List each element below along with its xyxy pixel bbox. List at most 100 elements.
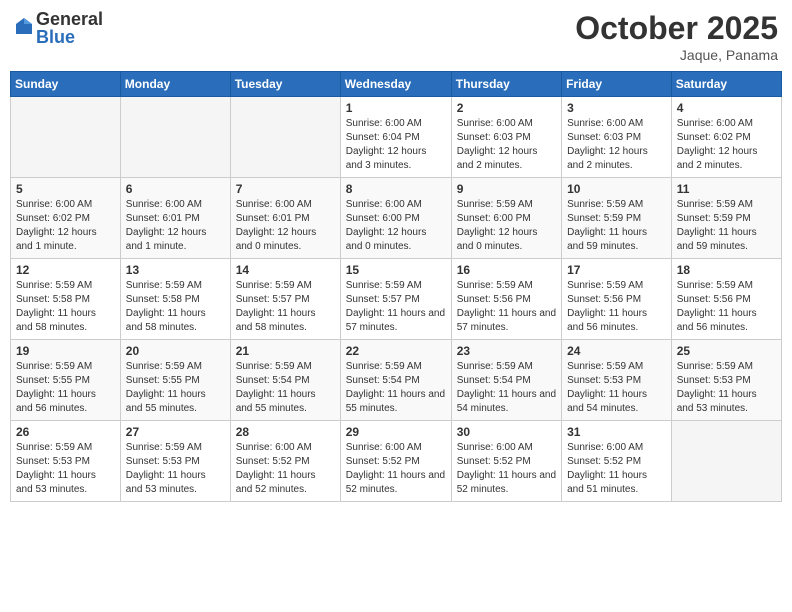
calendar-day-cell: 28 Sunrise: 6:00 AM Sunset: 5:52 PM Dayli… (230, 421, 340, 502)
day-info: Sunrise: 5:59 AM Sunset: 5:53 PM Dayligh… (677, 360, 776, 416)
day-number: 28 (236, 425, 335, 439)
day-info: Sunrise: 6:00 AM Sunset: 6:02 PM Dayligh… (16, 198, 115, 254)
month-title: October 2025 (575, 10, 778, 47)
day-number: 13 (126, 263, 225, 277)
calendar-day-cell: 17Sunrise: 5:59 AM Sunset: 5:56 PM Dayli… (562, 259, 672, 340)
calendar-week-row: 19 Sunrise: 5:59 AM Sunset: 5:55 PM Dayli… (11, 340, 782, 421)
day-number: 4 (677, 101, 776, 115)
calendar-day-cell: 4 Sunrise: 6:00 AM Sunset: 6:02 PM Daylig… (671, 97, 781, 178)
day-info: Sunrise: 6:00 AM Sunset: 5:52 PM Dayligh… (457, 441, 556, 497)
calendar-day-cell: 18 Sunrise: 5:59 AM Sunset: 5:56 PM Dayli… (671, 259, 781, 340)
day-number: 2 (457, 101, 556, 115)
day-info: Sunrise: 5:59 AM Sunset: 5:59 PM Dayligh… (677, 198, 776, 254)
day-number: 23 (457, 344, 556, 358)
calendar-day-cell: 25 Sunrise: 5:59 AM Sunset: 5:53 PM Dayli… (671, 340, 781, 421)
day-info: Sunrise: 5:59 AM Sunset: 5:56 PM Dayligh… (457, 279, 556, 335)
day-number: 21 (236, 344, 335, 358)
day-number: 7 (236, 182, 335, 196)
day-info: Sunrise: 6:00 AM Sunset: 5:52 PM Dayligh… (567, 441, 666, 497)
calendar-day-cell: 10Sunrise: 5:59 AM Sunset: 5:59 PM Dayli… (562, 178, 672, 259)
day-info: Sunrise: 5:59 AM Sunset: 5:55 PM Dayligh… (16, 360, 115, 416)
day-info: Sunrise: 6:00 AM Sunset: 6:04 PM Dayligh… (346, 117, 446, 173)
calendar-day-cell: 26Sunrise: 5:59 AM Sunset: 5:53 PM Dayli… (11, 421, 121, 502)
logo: General Blue (14, 10, 103, 46)
day-number: 20 (126, 344, 225, 358)
calendar-day-cell: 12 Sunrise: 5:59 AM Sunset: 5:58 PM Dayli… (11, 259, 121, 340)
day-number: 9 (457, 182, 556, 196)
day-info: Sunrise: 5:59 AM Sunset: 5:57 PM Dayligh… (346, 279, 446, 335)
day-info: Sunrise: 6:00 AM Sunset: 6:01 PM Dayligh… (126, 198, 225, 254)
calendar-day-cell (671, 421, 781, 502)
day-number: 18 (677, 263, 776, 277)
page-header: General Blue October 2025 Jaque, Panama (10, 10, 782, 63)
day-info: Sunrise: 6:00 AM Sunset: 6:03 PM Dayligh… (567, 117, 666, 173)
calendar-week-row: 26 Sunrise: 5:59 AM Sunset: 5:53 PM Dayli… (11, 421, 782, 502)
calendar-day-cell: 3 Sunrise: 6:00 AM Sunset: 6:03 PM Daylig… (562, 97, 672, 178)
day-info: Sunrise: 5:59 AM Sunset: 5:56 PM Dayligh… (677, 279, 776, 335)
calendar-week-row: 5 Sunrise: 6:00 AM Sunset: 6:02 PM Daylig… (11, 178, 782, 259)
day-header-friday: Friday (562, 72, 672, 97)
calendar-week-row: 12 Sunrise: 5:59 AM Sunset: 5:58 PM Dayli… (11, 259, 782, 340)
day-info: Sunrise: 5:59 AM Sunset: 5:54 PM Dayligh… (346, 360, 446, 416)
day-number: 19 (16, 344, 115, 358)
location-text: Jaque, Panama (575, 47, 778, 63)
day-info: Sunrise: 6:00 AM Sunset: 5:52 PM Dayligh… (346, 441, 446, 497)
day-info: Sunrise: 5:59 AM Sunset: 5:53 PM Dayligh… (567, 360, 666, 416)
calendar-day-cell: 19 Sunrise: 5:59 AM Sunset: 5:55 PM Dayli… (11, 340, 121, 421)
day-info: Sunrise: 6:00 AM Sunset: 6:01 PM Dayligh… (236, 198, 335, 254)
logo-icon (14, 16, 34, 36)
calendar-day-cell: 31Sunrise: 6:00 AM Sunset: 5:52 PM Dayli… (562, 421, 672, 502)
logo-blue-text: Blue (36, 28, 103, 46)
day-header-wednesday: Wednesday (340, 72, 451, 97)
day-info: Sunrise: 5:59 AM Sunset: 5:59 PM Dayligh… (567, 198, 666, 254)
day-number: 5 (16, 182, 115, 196)
day-number: 26 (16, 425, 115, 439)
day-number: 15 (346, 263, 446, 277)
calendar-day-cell: 5 Sunrise: 6:00 AM Sunset: 6:02 PM Daylig… (11, 178, 121, 259)
logo-general-text: General (36, 10, 103, 28)
calendar-day-cell: 29Sunrise: 6:00 AM Sunset: 5:52 PM Dayli… (340, 421, 451, 502)
calendar-day-cell: 23Sunrise: 5:59 AM Sunset: 5:54 PM Dayli… (451, 340, 561, 421)
calendar-week-row: 1Sunrise: 6:00 AM Sunset: 6:04 PM Daylig… (11, 97, 782, 178)
day-info: Sunrise: 6:00 AM Sunset: 6:00 PM Dayligh… (346, 198, 446, 254)
calendar-day-cell: 11Sunrise: 5:59 AM Sunset: 5:59 PM Dayli… (671, 178, 781, 259)
calendar-day-cell: 22 Sunrise: 5:59 AM Sunset: 5:54 PM Dayli… (340, 340, 451, 421)
day-header-sunday: Sunday (11, 72, 121, 97)
calendar-day-cell: 16Sunrise: 5:59 AM Sunset: 5:56 PM Dayli… (451, 259, 561, 340)
calendar-day-cell: 13 Sunrise: 5:59 AM Sunset: 5:58 PM Dayli… (120, 259, 230, 340)
calendar-day-cell: 24 Sunrise: 5:59 AM Sunset: 5:53 PM Dayli… (562, 340, 672, 421)
day-info: Sunrise: 5:59 AM Sunset: 5:58 PM Dayligh… (126, 279, 225, 335)
day-header-thursday: Thursday (451, 72, 561, 97)
calendar-day-cell (230, 97, 340, 178)
day-number: 24 (567, 344, 666, 358)
day-number: 25 (677, 344, 776, 358)
calendar-day-cell (11, 97, 121, 178)
calendar-table: SundayMondayTuesdayWednesdayThursdayFrid… (10, 71, 782, 502)
day-number: 22 (346, 344, 446, 358)
day-info: Sunrise: 5:59 AM Sunset: 5:57 PM Dayligh… (236, 279, 335, 335)
day-number: 8 (346, 182, 446, 196)
calendar-day-cell (120, 97, 230, 178)
day-info: Sunrise: 5:59 AM Sunset: 5:55 PM Dayligh… (126, 360, 225, 416)
day-info: Sunrise: 5:59 AM Sunset: 5:58 PM Dayligh… (16, 279, 115, 335)
calendar-day-cell: 20 Sunrise: 5:59 AM Sunset: 5:55 PM Dayli… (120, 340, 230, 421)
day-info: Sunrise: 5:59 AM Sunset: 5:54 PM Dayligh… (236, 360, 335, 416)
calendar-day-cell: 2 Sunrise: 6:00 AM Sunset: 6:03 PM Daylig… (451, 97, 561, 178)
calendar-day-cell: 15 Sunrise: 5:59 AM Sunset: 5:57 PM Dayli… (340, 259, 451, 340)
day-info: Sunrise: 6:00 AM Sunset: 6:03 PM Dayligh… (457, 117, 556, 173)
calendar-day-cell: 27 Sunrise: 5:59 AM Sunset: 5:53 PM Dayli… (120, 421, 230, 502)
day-number: 14 (236, 263, 335, 277)
day-number: 12 (16, 263, 115, 277)
calendar-day-cell: 21 Sunrise: 5:59 AM Sunset: 5:54 PM Dayli… (230, 340, 340, 421)
calendar-day-cell: 8 Sunrise: 6:00 AM Sunset: 6:00 PM Daylig… (340, 178, 451, 259)
day-number: 3 (567, 101, 666, 115)
calendar-day-cell: 14 Sunrise: 5:59 AM Sunset: 5:57 PM Dayli… (230, 259, 340, 340)
day-info: Sunrise: 5:59 AM Sunset: 5:53 PM Dayligh… (126, 441, 225, 497)
day-number: 27 (126, 425, 225, 439)
day-number: 6 (126, 182, 225, 196)
day-header-monday: Monday (120, 72, 230, 97)
day-info: Sunrise: 6:00 AM Sunset: 6:02 PM Dayligh… (677, 117, 776, 173)
calendar-header-row: SundayMondayTuesdayWednesdayThursdayFrid… (11, 72, 782, 97)
day-header-tuesday: Tuesday (230, 72, 340, 97)
day-info: Sunrise: 6:00 AM Sunset: 5:52 PM Dayligh… (236, 441, 335, 497)
